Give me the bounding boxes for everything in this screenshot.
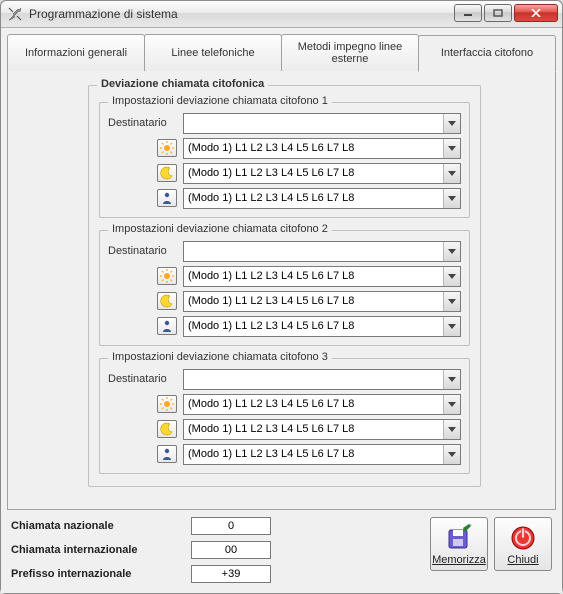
chevron-down-icon [443,164,460,183]
tab-metodi-impegno[interactable]: Metodi impegno linee esterne [281,34,419,71]
power-icon [509,524,537,552]
close-button[interactable] [514,4,558,22]
mode-moon-combo-3[interactable]: (Modo 1) L1 L2 L3 L4 L5 L6 L7 L8 [183,419,461,440]
save-icon [445,524,473,552]
sun-icon [157,395,177,413]
person-icon [157,445,177,463]
mode-moon-combo-1[interactable]: (Modo 1) L1 L2 L3 L4 L5 L6 L7 L8 [183,163,461,184]
titlebar: Programmazione di sistema [1,1,562,28]
tab-info-generali[interactable]: Informazioni generali [7,34,145,71]
sun-icon [157,267,177,285]
chevron-down-icon [443,395,460,414]
mode-moon-combo-2[interactable]: (Modo 1) L1 L2 L3 L4 L5 L6 L7 L8 [183,291,461,312]
window: Programmazione di sistema Informazioni g… [0,0,563,594]
citofono-group-2-legend: Impostazioni deviazione chiamata citofon… [108,223,332,235]
moon-icon [157,292,177,310]
destinatario-label-1: Destinatario [108,117,183,129]
minimize-button[interactable] [454,4,482,22]
maximize-button[interactable] [484,4,512,22]
tab-interfaccia-citofono[interactable]: Interfaccia citofono [418,35,556,72]
mode-sun-combo-2[interactable]: (Modo 1) L1 L2 L3 L4 L5 L6 L7 L8 [183,266,461,287]
chevron-down-icon [443,267,460,286]
memorizza-button[interactable]: Memorizza [430,517,488,571]
footer: Chiamata nazionale 0 Chiamata internazio… [7,511,556,587]
tab-container: Informazioni generali Linee telefoniche … [7,34,556,511]
chevron-down-icon [443,445,460,464]
chiudi-label: Chiudi [507,554,538,566]
chevron-down-icon [443,420,460,439]
citofono-group-1-legend: Impostazioni deviazione chiamata citofon… [108,95,332,107]
chiudi-button[interactable]: Chiudi [494,517,552,571]
destinatario-label-2: Destinatario [108,245,183,257]
combo-text: (Modo 1) L1 L2 L3 L4 L5 L6 L7 L8 [184,448,443,460]
moon-icon [157,164,177,182]
window-buttons [454,4,558,22]
deviation-group: Deviazione chiamata citofonica Impostazi… [88,85,481,487]
citofono-group-3-legend: Impostazioni deviazione chiamata citofon… [108,351,332,363]
combo-text: (Modo 1) L1 L2 L3 L4 L5 L6 L7 L8 [184,295,443,307]
tab-panel: Deviazione chiamata citofonica Impostazi… [7,70,556,510]
international-call-input[interactable]: 00 [191,541,271,559]
mode-sun-combo-1[interactable]: (Modo 1) L1 L2 L3 L4 L5 L6 L7 L8 [183,138,461,159]
client-area: Informazioni generali Linee telefoniche … [1,28,562,593]
national-call-input[interactable]: 0 [191,517,271,535]
chevron-down-icon [443,317,460,336]
app-icon [7,6,23,22]
moon-icon [157,420,177,438]
person-icon [157,317,177,335]
chevron-down-icon [443,139,460,158]
tabs: Informazioni generali Linee telefoniche … [7,34,556,71]
combo-text: (Modo 1) L1 L2 L3 L4 L5 L6 L7 L8 [184,142,443,154]
deviation-group-title: Deviazione chiamata citofonica [97,78,268,90]
international-call-label: Chiamata internazionale [11,544,191,556]
sun-icon [157,139,177,157]
national-call-label: Chiamata nazionale [11,520,191,532]
mode-person-combo-2[interactable]: (Modo 1) L1 L2 L3 L4 L5 L6 L7 L8 [183,316,461,337]
memorizza-label: Memorizza [432,554,486,566]
citofono-group-1: Impostazioni deviazione chiamata citofon… [99,102,470,218]
chevron-down-icon [443,242,460,261]
destinatario-combo-1[interactable] [183,113,461,134]
mode-person-combo-3[interactable]: (Modo 1) L1 L2 L3 L4 L5 L6 L7 L8 [183,444,461,465]
chevron-down-icon [443,292,460,311]
combo-text: (Modo 1) L1 L2 L3 L4 L5 L6 L7 L8 [184,398,443,410]
chevron-down-icon [443,114,460,133]
chevron-down-icon [443,370,460,389]
footer-buttons: Memorizza Chiudi [430,517,552,571]
tab-linee-telefoniche[interactable]: Linee telefoniche [144,34,282,71]
window-title: Programmazione di sistema [29,7,178,21]
combo-text: (Modo 1) L1 L2 L3 L4 L5 L6 L7 L8 [184,167,443,179]
prefix-international-label: Prefisso internazionale [11,568,191,580]
destinatario-combo-3[interactable] [183,369,461,390]
citofono-group-3: Impostazioni deviazione chiamata citofon… [99,358,470,474]
destinatario-label-3: Destinatario [108,373,183,385]
combo-text: (Modo 1) L1 L2 L3 L4 L5 L6 L7 L8 [184,423,443,435]
mode-sun-combo-3[interactable]: (Modo 1) L1 L2 L3 L4 L5 L6 L7 L8 [183,394,461,415]
prefix-international-input[interactable]: +39 [191,565,271,583]
chevron-down-icon [443,189,460,208]
mode-person-combo-1[interactable]: (Modo 1) L1 L2 L3 L4 L5 L6 L7 L8 [183,188,461,209]
citofono-group-2: Impostazioni deviazione chiamata citofon… [99,230,470,346]
person-icon [157,189,177,207]
combo-text: (Modo 1) L1 L2 L3 L4 L5 L6 L7 L8 [184,320,443,332]
footer-left: Chiamata nazionale 0 Chiamata internazio… [11,517,271,583]
destinatario-combo-2[interactable] [183,241,461,262]
combo-text: (Modo 1) L1 L2 L3 L4 L5 L6 L7 L8 [184,270,443,282]
combo-text: (Modo 1) L1 L2 L3 L4 L5 L6 L7 L8 [184,192,443,204]
